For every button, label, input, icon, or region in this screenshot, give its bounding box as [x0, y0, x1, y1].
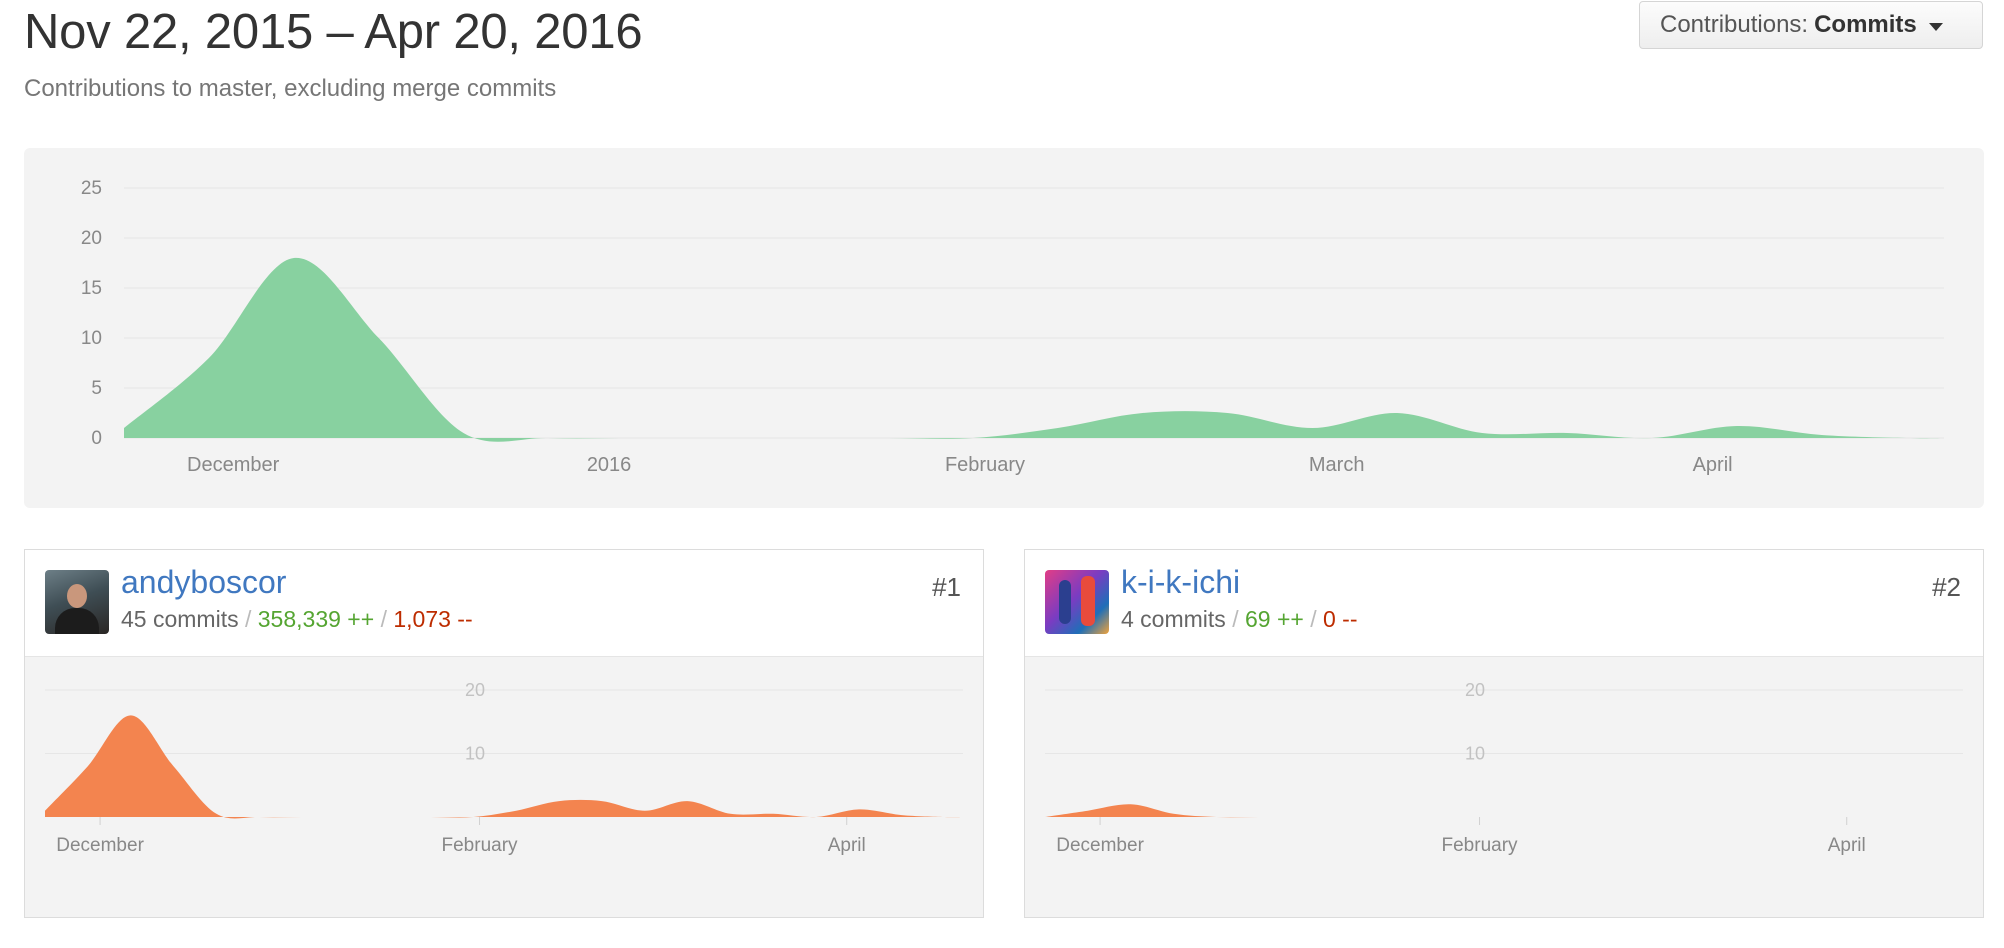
x-tick-label: February [442, 835, 519, 856]
y-tick-label: 10 [465, 744, 485, 764]
commit-count: 4 commits [1121, 606, 1226, 632]
x-tick-label: December [56, 835, 144, 856]
x-tick-label: February [945, 454, 1025, 476]
dropdown-prefix: Contributions: [1660, 11, 1809, 38]
y-tick-label: 5 [91, 378, 102, 399]
contributor-rank: #1 [932, 572, 961, 602]
contributor-header: andyboscor #1 45 commits / 358,339 ++ / … [25, 550, 983, 657]
x-tick-label: March [1309, 454, 1365, 476]
x-tick-label: February [1442, 835, 1519, 856]
stats-separator: / [1232, 606, 1239, 632]
contributor-card: andyboscor #1 45 commits / 358,339 ++ / … [24, 549, 984, 918]
main-contributions-chart: 0 5 10 15 20 25 December 2016 February March April [24, 148, 1984, 508]
area-series [45, 715, 963, 819]
page-title: Nov 22, 2015 – Apr 20, 2016 [24, 5, 643, 59]
caret-down-icon [1928, 22, 1943, 31]
avatar[interactable] [45, 570, 109, 634]
y-tick-label: 20 [1465, 680, 1485, 700]
y-tick-label: 10 [81, 328, 102, 349]
y-tick-label: 15 [81, 278, 102, 299]
y-tick-label: 10 [1465, 744, 1485, 764]
dropdown-value: Commits [1814, 11, 1917, 38]
y-tick-label: 20 [81, 228, 102, 249]
x-tick-label: December [187, 454, 280, 476]
contributor-card: k-i-k-ichi #2 4 commits / 69 ++ / 0 -- 1… [1024, 549, 1984, 918]
avatar[interactable] [1045, 570, 1109, 634]
contributor-rank: #2 [1932, 572, 1961, 602]
contributions-type-dropdown[interactable]: Contributions: Commits [1639, 1, 1983, 49]
commit-count: 45 commits [121, 606, 239, 632]
area-series [124, 257, 1943, 442]
additions-count: 358,339 ++ [257, 606, 375, 632]
area-series [1045, 804, 1963, 818]
x-tick-label: April [1828, 835, 1866, 856]
deletions-count: 0 -- [1322, 606, 1358, 632]
contributor-stats: 45 commits / 358,339 ++ / 1,073 -- [121, 606, 473, 633]
y-tick-label: 20 [465, 680, 485, 700]
additions-count: 69 ++ [1244, 606, 1304, 632]
page-subtitle: Contributions to master, excluding merge… [24, 75, 557, 102]
stats-separator: / [244, 606, 252, 632]
contributor-username-link[interactable]: andyboscor [121, 564, 286, 601]
main-chart-svg: 0 5 10 15 20 25 December 2016 February March April [81, 178, 1944, 476]
contributor-chart-svg: 10 20 December February April [1045, 680, 1963, 856]
stats-separator: / [1310, 606, 1317, 632]
x-tick-label: December [1056, 835, 1144, 856]
contributor-chart: 10 20 December February April [1025, 657, 1983, 917]
contributor-stats: 4 commits / 69 ++ / 0 -- [1121, 606, 1357, 633]
contributor-chart: 10 20 December February April [25, 657, 983, 917]
x-tick-label: April [1693, 454, 1733, 476]
y-tick-label: 25 [81, 178, 102, 199]
x-tick-label: April [828, 835, 866, 856]
contributor-header: k-i-k-ichi #2 4 commits / 69 ++ / 0 -- [1025, 550, 1983, 657]
deletions-count: 1,073 -- [393, 606, 473, 632]
contributor-username-link[interactable]: k-i-k-ichi [1121, 564, 1240, 601]
contributor-chart-svg: 10 20 December February April [45, 680, 963, 856]
x-tick-label: 2016 [587, 454, 632, 476]
y-tick-label: 0 [91, 428, 102, 449]
stats-separator: / [380, 606, 387, 632]
